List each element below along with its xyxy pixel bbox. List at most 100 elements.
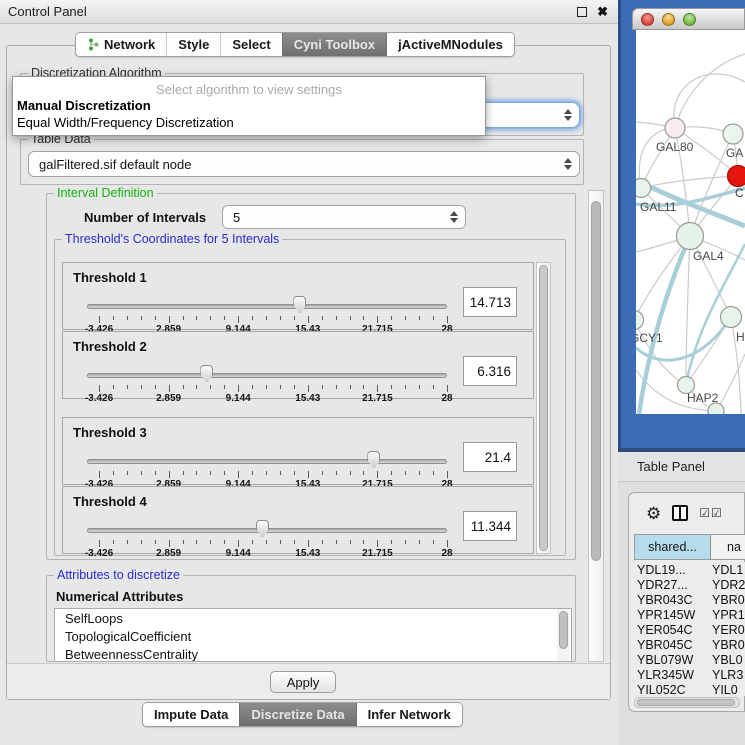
- zoom-traffic-light[interactable]: [683, 13, 696, 26]
- slider-tick: [350, 316, 351, 320]
- slider-handle[interactable]: [200, 365, 213, 382]
- threshold-value-field[interactable]: 21.4: [463, 442, 517, 472]
- slider-track[interactable]: [87, 459, 447, 464]
- slider-track[interactable]: [87, 304, 447, 309]
- thresholds-scrollbar[interactable]: [536, 262, 551, 554]
- tab-select[interactable]: Select: [220, 33, 281, 56]
- algorithm-option-equal-width[interactable]: Equal Width/Frequency Discretization: [17, 115, 234, 130]
- slider-tick: [447, 316, 448, 323]
- slider-handle[interactable]: [293, 296, 306, 313]
- name-cell: YPR1: [708, 608, 745, 622]
- algorithm-dropdown-popup: Select algorithm to view settings Manual…: [12, 76, 486, 136]
- column-header-shared-name[interactable]: shared...: [635, 535, 711, 559]
- scrollbar-thumb[interactable]: [539, 265, 548, 551]
- slider-tick: [113, 385, 114, 389]
- number-of-intervals-combobox[interactable]: 5: [222, 205, 466, 229]
- close-traffic-light[interactable]: [641, 13, 654, 26]
- threshold-value-field[interactable]: 14.713: [463, 287, 517, 317]
- slider-tick: [99, 385, 100, 392]
- tab-cyni-toolbox[interactable]: Cyni Toolbox: [282, 33, 386, 56]
- slider-handle[interactable]: [367, 451, 380, 468]
- scrollbar-thumb[interactable]: [637, 699, 735, 706]
- table-panel-toolbar: ⚙ ☑☑: [628, 498, 745, 528]
- attribute-item-selfloops[interactable]: SelfLoops: [55, 609, 571, 627]
- slider-tick: [447, 471, 448, 478]
- minimize-traffic-light[interactable]: [662, 13, 675, 26]
- slider-tick: [210, 316, 211, 320]
- slider-tick: [169, 540, 170, 547]
- network-node[interactable]: [636, 311, 644, 330]
- float-window-icon[interactable]: [577, 7, 587, 17]
- shared-name-cell: YER054C: [634, 623, 708, 637]
- table-row[interactable]: YER054C YER0: [634, 622, 745, 637]
- slider-tick: [377, 385, 378, 392]
- attribute-item-betweennesscentrality[interactable]: BetweennessCentrality: [55, 645, 571, 662]
- algorithm-placeholder-option[interactable]: Select algorithm to view settings: [13, 82, 485, 97]
- slider-tick: [391, 385, 392, 389]
- table-horizontal-scrollbar[interactable]: [634, 697, 740, 708]
- tab-network[interactable]: Network: [76, 33, 166, 56]
- network-node[interactable]: [723, 124, 743, 144]
- slider-tick-label: 21.715: [362, 393, 393, 404]
- network-node[interactable]: [636, 179, 651, 198]
- table-row[interactable]: YPR145W YPR1: [634, 607, 745, 622]
- tab-discretize-data[interactable]: Discretize Data: [239, 703, 355, 726]
- threshold-value-field[interactable]: 11.344: [463, 511, 517, 541]
- slider-tick: [113, 471, 114, 475]
- scrollbar-thumb[interactable]: [559, 611, 568, 649]
- network-node[interactable]: [728, 166, 745, 187]
- network-node[interactable]: [665, 118, 685, 138]
- network-window-titlebar[interactable]: [632, 8, 745, 30]
- table-row[interactable]: YDR27... YDR2: [634, 577, 745, 592]
- slider-tick: [113, 540, 114, 544]
- column-header-name[interactable]: na: [711, 535, 745, 559]
- slider-tick: [141, 471, 142, 475]
- slider-handle[interactable]: [256, 520, 269, 537]
- network-view-canvas[interactable]: GAL80GACGAL11GAL4GCY1HHAP2: [636, 30, 745, 414]
- scrollbar-thumb[interactable]: [591, 201, 601, 561]
- checkboxes-icon[interactable]: ☑☑: [699, 507, 723, 519]
- slider-tick: [363, 471, 364, 475]
- slider-tick: [433, 316, 434, 320]
- panel-scrollbar[interactable]: [588, 190, 604, 662]
- slider-tick-label: 2.859: [156, 393, 181, 404]
- tab-impute-data[interactable]: Impute Data: [143, 703, 239, 726]
- slider-tick: [294, 471, 295, 475]
- table-row[interactable]: YBR045C YBR0: [634, 637, 745, 652]
- slider-tick: [210, 385, 211, 389]
- table-row[interactable]: YDL19... YDL1: [634, 562, 745, 577]
- slider-tick: [322, 316, 323, 320]
- slider-track[interactable]: [87, 373, 447, 378]
- tab-style[interactable]: Style: [166, 33, 220, 56]
- slider-tick: [155, 540, 156, 544]
- table-row[interactable]: YLR345W YLR3: [634, 667, 745, 682]
- columns-icon[interactable]: [672, 505, 688, 521]
- table-data-combobox[interactable]: galFiltered.sif default node: [28, 151, 580, 177]
- table-rows: YDL19... YDL1 YDR27... YDR2 YBR043C YBR0…: [634, 562, 745, 696]
- interval-definition-group-title: Interval Definition: [54, 186, 157, 200]
- tab-jactivemnodules[interactable]: jActiveMNodules: [386, 33, 514, 56]
- network-node[interactable]: [677, 223, 704, 250]
- close-icon[interactable]: ✖: [597, 5, 608, 18]
- apply-button[interactable]: Apply: [270, 671, 336, 693]
- attribute-item-topologicalcoefficient[interactable]: TopologicalCoefficient: [55, 627, 571, 645]
- algorithm-option-manual[interactable]: Manual Discretization: [17, 98, 151, 113]
- name-cell: YER0: [708, 623, 745, 637]
- attributes-list-scrollbar[interactable]: [557, 609, 570, 661]
- network-node-label: GAL11: [640, 200, 677, 214]
- gear-icon[interactable]: ⚙: [646, 505, 661, 522]
- slider-tick: [322, 471, 323, 475]
- table-row[interactable]: YBL079W YBL0: [634, 652, 745, 667]
- number-of-intervals-label: Number of Intervals: [84, 210, 206, 225]
- tab-infer-network[interactable]: Infer Network: [356, 703, 462, 726]
- slider-tick: [363, 385, 364, 389]
- table-row[interactable]: YBR043C YBR0: [634, 592, 745, 607]
- table-row[interactable]: YIL052C YIL0: [634, 682, 745, 696]
- threshold-value-field[interactable]: 6.316: [463, 356, 517, 386]
- slider-tick: [336, 471, 337, 475]
- network-edge: [641, 176, 738, 188]
- slider-tick: [196, 316, 197, 320]
- network-node[interactable]: [721, 307, 742, 328]
- slider-tick: [280, 471, 281, 475]
- slider-tick: [127, 540, 128, 544]
